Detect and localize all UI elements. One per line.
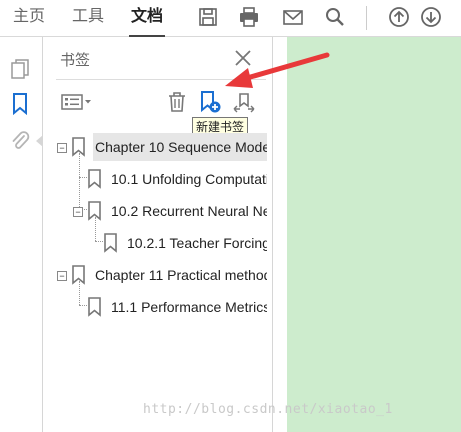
bookmark-row-10-2[interactable]: 10.2 Recurrent Neural Networks	[109, 197, 267, 225]
active-rail-pointer	[36, 135, 43, 147]
bookmark-item-icon	[88, 297, 101, 317]
tree-connector	[79, 177, 87, 178]
bookmark-row-chapter-10[interactable]: Chapter 10 Sequence Modeling: Recurrent …	[93, 133, 267, 161]
collapse-toggle[interactable]: −	[57, 143, 67, 153]
options-menu-icon[interactable]	[61, 89, 93, 115]
watermark: http://blog.csdn.net/xiaotao_1	[143, 402, 393, 417]
tree-connector	[79, 153, 80, 209]
collapse-toggle[interactable]: −	[73, 207, 83, 217]
tab-document[interactable]: 文档	[128, 6, 166, 37]
bookmark-item-icon	[88, 169, 101, 189]
attachment-icon[interactable]	[8, 129, 32, 153]
bookmark-label: 11.1 Performance Metrics	[111, 299, 267, 315]
document-view[interactable]	[287, 37, 461, 432]
tree-connector	[79, 305, 87, 306]
bookmark-label: 10.2 Recurrent Neural Networks	[111, 203, 267, 219]
bookmark-panel: 书签 新建书签 Chapter 10 Sequence Modeling: Re…	[43, 37, 273, 432]
close-panel-icon[interactable]	[232, 47, 254, 69]
save-icon[interactable]	[195, 4, 221, 30]
tab-tools[interactable]: 工具	[72, 6, 104, 28]
bookmark-item-icon	[104, 233, 117, 253]
bookmark-item-icon	[88, 201, 101, 221]
email-icon[interactable]	[280, 4, 306, 30]
delete-bookmark-icon[interactable]	[164, 89, 190, 115]
bookmark-row-10-2-1[interactable]: 10.2.1 Teacher Forcing and Networks with…	[125, 229, 267, 257]
new-bookmark-icon[interactable]	[197, 89, 223, 115]
panel-divider	[56, 79, 266, 80]
bookmark-item-icon	[72, 265, 85, 285]
bookmark-label: 10.2.1 Teacher Forcing and Networks with…	[127, 235, 267, 251]
bookmark-label: 10.1 Unfolding Computational Graphs	[111, 171, 267, 187]
bookmark-row-10-1[interactable]: 10.1 Unfolding Computational Graphs	[109, 165, 267, 193]
bookmark-item-icon	[72, 137, 85, 157]
tab-home[interactable]: 主页	[13, 6, 45, 28]
bookmark-icon[interactable]	[8, 92, 32, 116]
navigation-rail	[0, 37, 43, 432]
print-icon[interactable]	[236, 4, 262, 30]
collapse-toggle[interactable]: −	[57, 271, 67, 281]
panel-gutter	[273, 37, 287, 432]
panel-title: 书签	[60, 52, 91, 69]
bookmark-label: Chapter 11 Practical methodology	[95, 267, 267, 283]
page-up-icon[interactable]	[386, 4, 412, 30]
bookmark-row-chapter-11[interactable]: Chapter 11 Practical methodology	[93, 261, 267, 289]
search-icon[interactable]	[322, 4, 348, 30]
top-toolbar: 主页 工具 文档	[0, 0, 461, 37]
bookmark-row-11-1[interactable]: 11.1 Performance Metrics	[109, 293, 267, 321]
page-down-icon[interactable]	[418, 4, 444, 30]
toolbar-divider	[366, 6, 367, 30]
bookmark-label: Chapter 10 Sequence Modeling: Recurrent …	[95, 139, 267, 155]
tree-connector	[95, 241, 103, 242]
pages-icon[interactable]	[8, 57, 32, 81]
bookmark-tree: Chapter 10 Sequence Modeling: Recurrent …	[43, 129, 272, 429]
expand-bookmark-icon[interactable]	[231, 89, 257, 115]
